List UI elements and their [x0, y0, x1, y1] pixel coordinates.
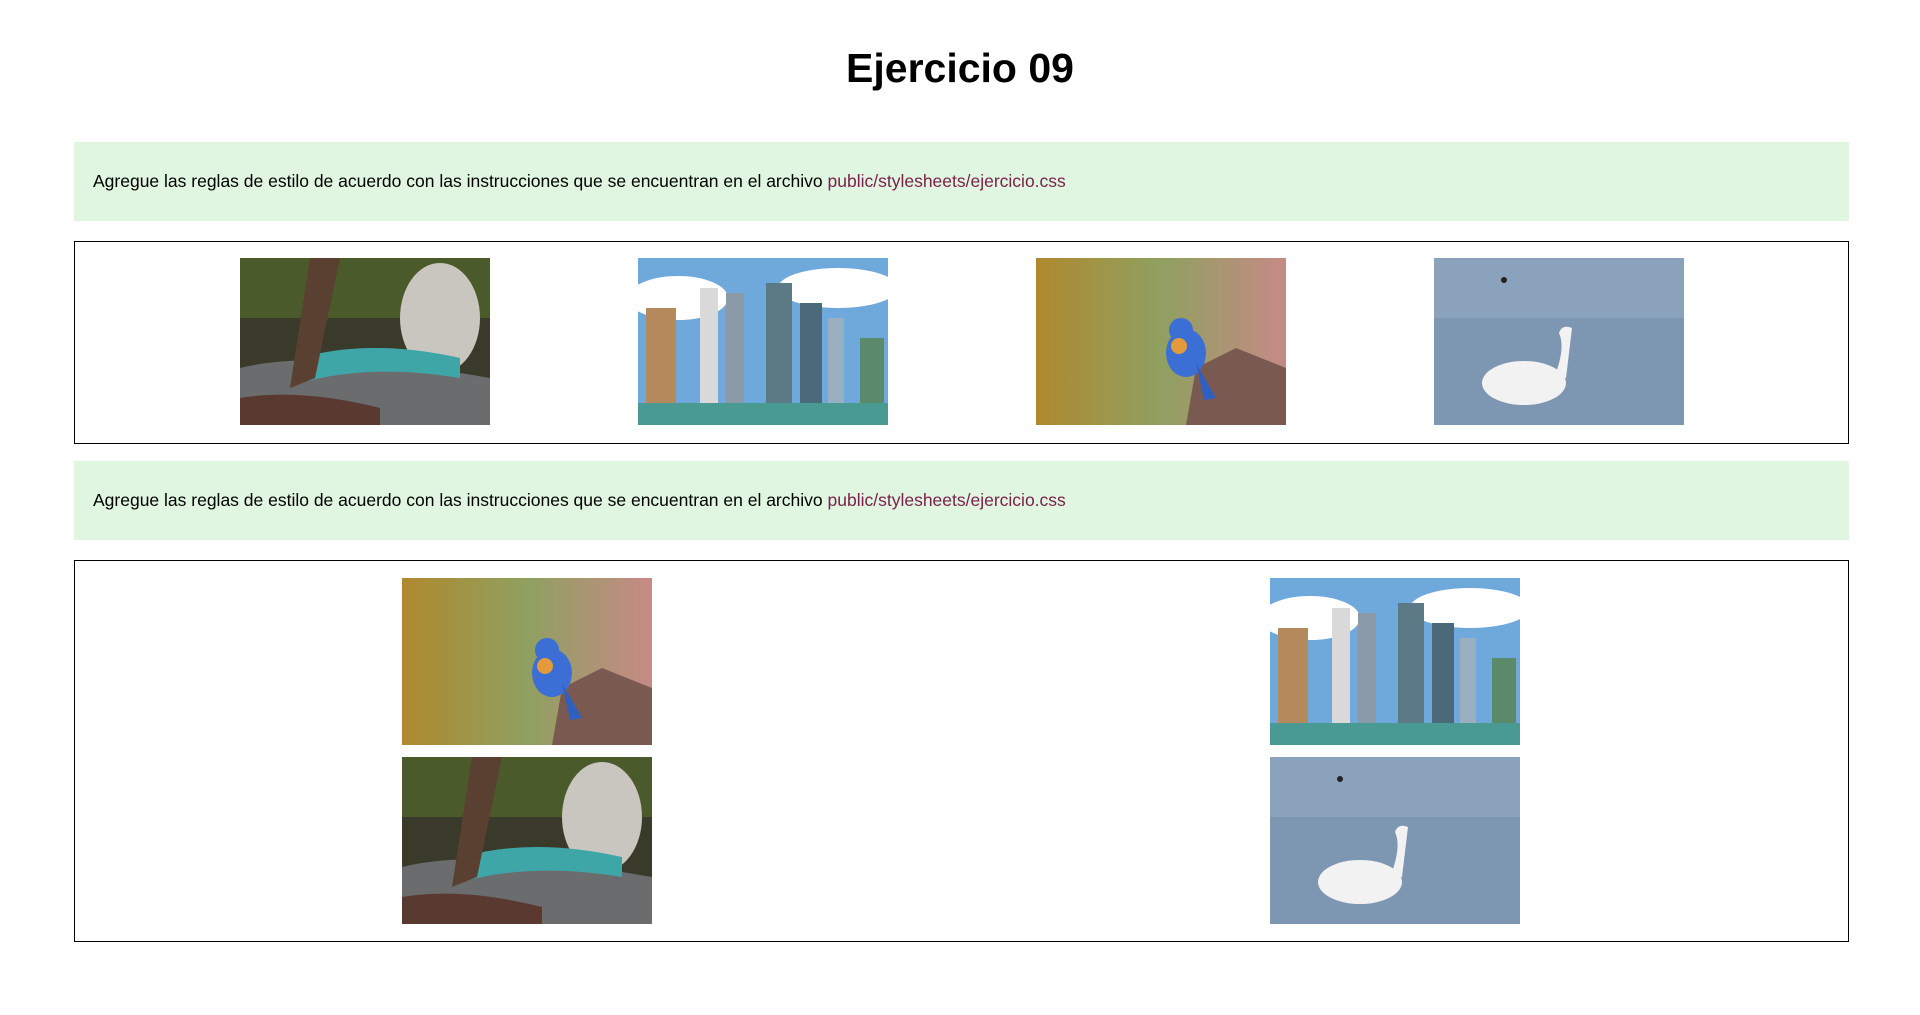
page: Ejercicio 09 Agregue las reglas de estil… [0, 0, 1920, 1015]
city-skyline-image [638, 258, 888, 425]
page-title: Ejercicio 09 [846, 45, 1074, 91]
swan-picture [1434, 258, 1684, 425]
forest-river-picture [240, 258, 490, 425]
note-text: Agregue las reglas de estilo de acuerdo … [93, 490, 823, 510]
city-skyline-image [1270, 578, 1520, 745]
city-skyline-picture [1270, 578, 1520, 745]
swan-image [1270, 757, 1520, 924]
stylesheet-link[interactable]: public/stylesheets/ejercicio.css [828, 171, 1066, 192]
image-gallery-1 [74, 241, 1849, 444]
blue-bird-image [1036, 258, 1286, 425]
stylesheet-link[interactable]: public/stylesheets/ejercicio.css [828, 490, 1066, 511]
forest-river-image [240, 258, 490, 425]
blue-bird-picture [402, 578, 652, 745]
forest-river-image [402, 757, 652, 924]
city-skyline-picture [638, 258, 888, 425]
swan-picture [1270, 757, 1520, 924]
blue-bird-picture [1036, 258, 1286, 425]
image-gallery-2 [74, 560, 1849, 942]
forest-river-picture [402, 757, 652, 924]
swan-image [1434, 258, 1684, 425]
blue-bird-image [402, 578, 652, 745]
note-text: Agregue las reglas de estilo de acuerdo … [93, 171, 823, 191]
instruction-note-1: Agregue las reglas de estilo de acuerdo … [74, 142, 1849, 221]
instruction-note-2: Agregue las reglas de estilo de acuerdo … [74, 461, 1849, 540]
